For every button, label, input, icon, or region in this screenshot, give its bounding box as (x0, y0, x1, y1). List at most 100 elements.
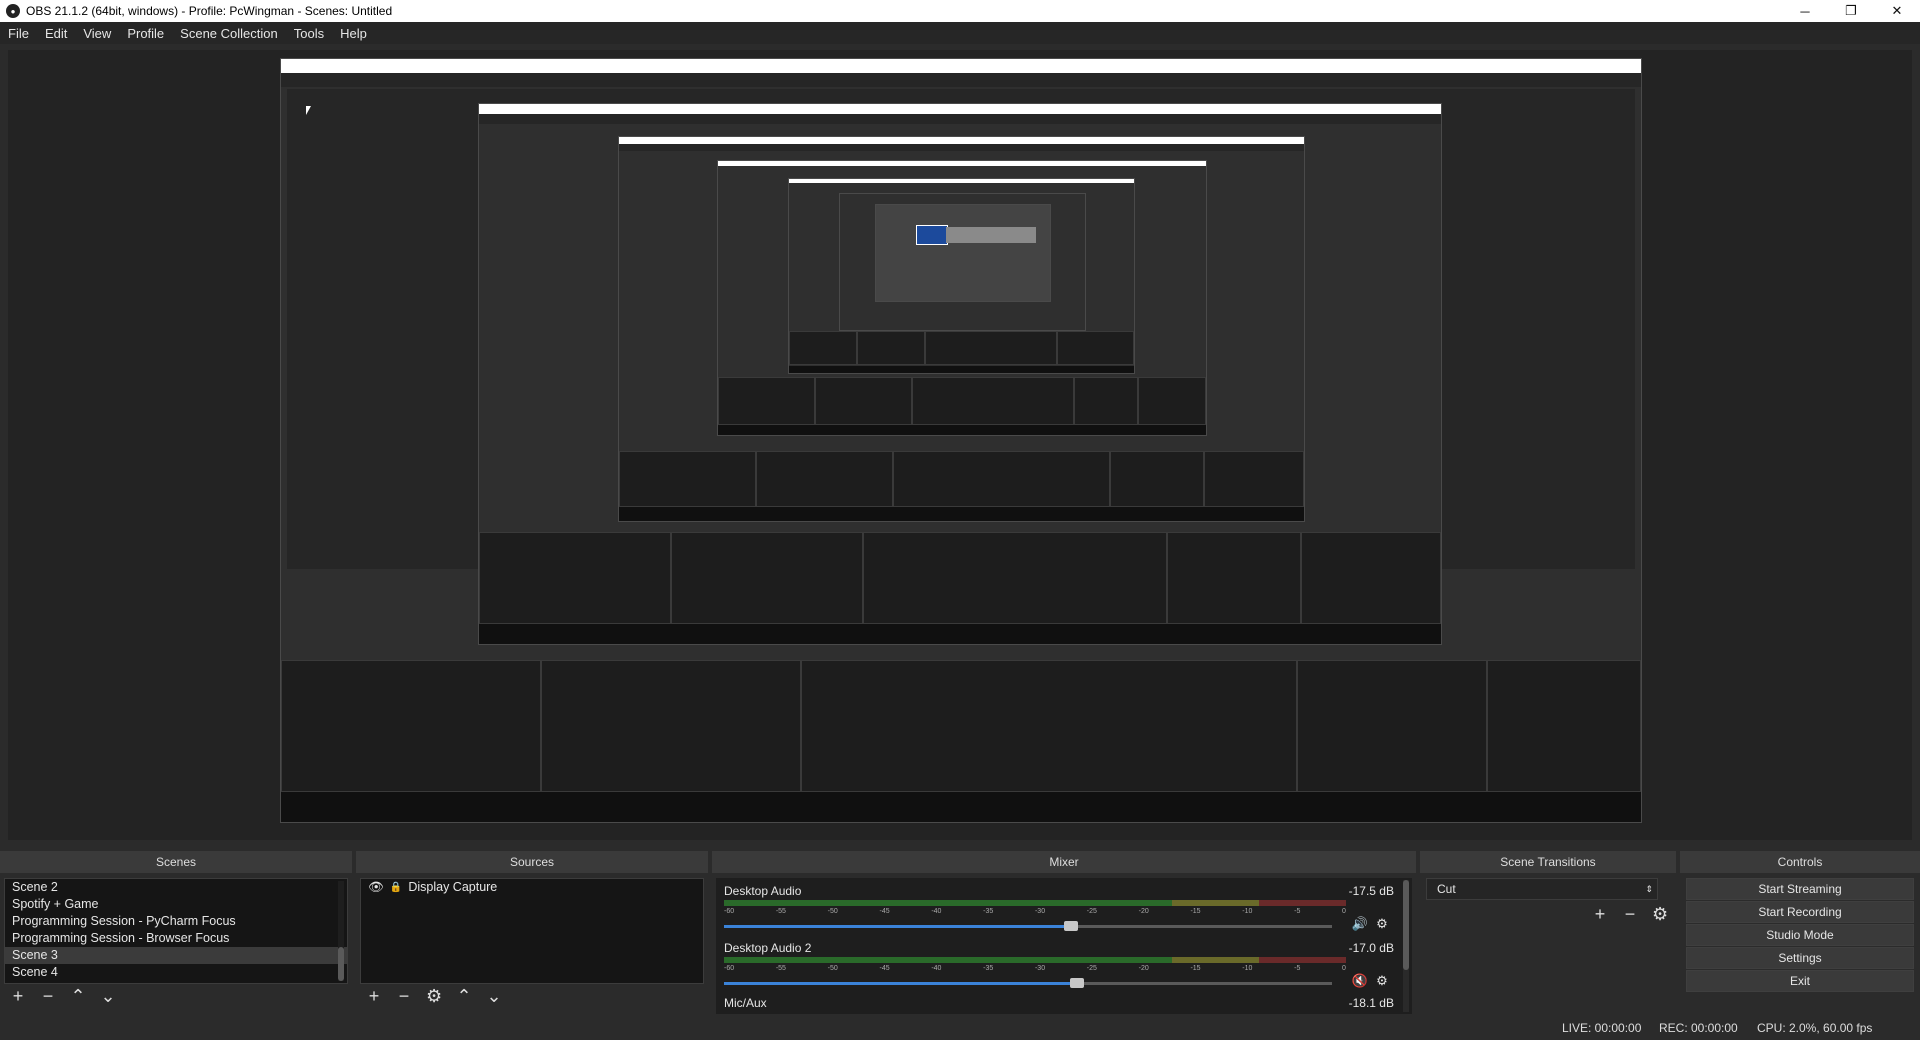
close-button[interactable]: ✕ (1874, 0, 1920, 22)
meter-tick-label: -35 (983, 965, 994, 972)
scene-item[interactable]: Scene 4 (5, 964, 347, 981)
speaker-icon[interactable]: 🔊 (1352, 916, 1368, 932)
nested-obs-window-3 (618, 136, 1305, 522)
scene-item[interactable]: Spotify + Game (5, 896, 347, 913)
window-controls: ─ ❐ ✕ (1782, 0, 1920, 22)
volume-meter (724, 900, 1346, 906)
status-bar: LIVE: 00:00:00 REC: 00:00:00 CPU: 2.0%, … (0, 1014, 1920, 1040)
scene-transitions-dock: Scene Transitions Cut ⇕ + − ⚙ (1420, 851, 1676, 1014)
mixer-scrollbar[interactable] (1403, 880, 1409, 1012)
meter-tick-label: -40 (931, 908, 942, 915)
scene-item[interactable]: Programming Session - PyCharm Focus (5, 913, 347, 930)
menu-help[interactable]: Help (332, 26, 375, 41)
remove-scene-icon[interactable]: − (40, 986, 56, 1006)
preview-area[interactable] (8, 50, 1912, 840)
meter-tick-label: -35 (983, 908, 994, 915)
meter-tick-label: -15 (1190, 965, 1201, 972)
start-recording-button[interactable]: Start Recording (1686, 901, 1914, 923)
muted-speaker-icon[interactable]: 🔇 (1352, 973, 1368, 989)
scene-item[interactable]: Scene 2 (5, 879, 347, 896)
add-scene-icon[interactable]: + (10, 986, 26, 1006)
meter-tick-label: -45 (879, 908, 890, 915)
meter-tick-label: -40 (931, 965, 942, 972)
move-scene-down-icon[interactable]: ⌄ (100, 986, 116, 1006)
mouse-cursor-icon (306, 106, 311, 115)
channel-db: -17.0 dB (1348, 941, 1394, 955)
add-transition-icon[interactable]: + (1592, 904, 1608, 924)
meter-tick-label: -20 (1138, 965, 1149, 972)
gear-icon[interactable]: ⚙ (426, 986, 442, 1006)
add-source-icon[interactable]: + (366, 986, 382, 1006)
restore-button[interactable]: ❐ (1828, 0, 1874, 22)
volume-slider[interactable] (724, 978, 1332, 988)
scene-item[interactable]: Programming Session - Browser Focus (5, 930, 347, 947)
menu-profile[interactable]: Profile (119, 26, 172, 41)
meter-tick-label: -10 (1242, 965, 1253, 972)
menu-scene-collection[interactable]: Scene Collection (172, 26, 286, 41)
nested-obs-window-4 (717, 160, 1207, 436)
controls-dock-title: Controls (1680, 851, 1920, 873)
mixer-dock: Mixer Desktop Audio -17.5 dB -60 -55 -50 -4… (712, 851, 1416, 1014)
meter-tick-label: -25 (1086, 965, 1097, 972)
menu-file[interactable]: File (0, 26, 37, 41)
meter-tick-label: -55 (775, 965, 786, 972)
scenes-dock: Scenes Scene 2 Spotify + Game Programmin… (0, 851, 352, 1014)
volume-meter (724, 957, 1346, 963)
menu-edit[interactable]: Edit (37, 26, 75, 41)
mixer-scrollbar-thumb[interactable] (1403, 880, 1409, 970)
menu-tools[interactable]: Tools (286, 26, 332, 41)
title-bar: ● OBS 21.1.2 (64bit, windows) - Profile:… (0, 0, 1920, 22)
menu-view[interactable]: View (75, 26, 119, 41)
volume-slider-handle[interactable] (1069, 978, 1084, 988)
move-source-down-icon[interactable]: ⌄ (486, 986, 502, 1006)
source-item[interactable]: 👁 🔒 Display Capture (361, 879, 703, 896)
obs-logo-icon: ● (6, 4, 20, 18)
meter-tick-label: 0 (1342, 965, 1346, 972)
volume-slider-handle[interactable] (1063, 921, 1078, 931)
start-streaming-button[interactable]: Start Streaming (1686, 878, 1914, 900)
meter-tick-label: -30 (1034, 965, 1046, 972)
meter-tick-label: -25 (1086, 908, 1097, 915)
remove-source-icon[interactable]: − (396, 986, 412, 1006)
scenes-scrollbar-thumb[interactable] (338, 947, 344, 981)
channel-name: Desktop Audio 2 (724, 941, 812, 955)
mixer-dock-title: Mixer (712, 851, 1416, 873)
mixer-channel: Desktop Audio -17.5 dB -60 -55 -50 -45 -40 -3… (724, 884, 1394, 934)
exit-button[interactable]: Exit (1686, 970, 1914, 992)
remove-transition-icon[interactable]: − (1622, 904, 1638, 924)
meter-tick-label: -5 (1294, 965, 1301, 972)
gear-icon[interactable]: ⚙ (1652, 904, 1668, 924)
preview-canvas[interactable] (280, 58, 1642, 823)
transition-select[interactable]: Cut ⇕ (1426, 878, 1658, 900)
controls-dock: Controls Start Streaming Start Recording… (1680, 851, 1920, 1014)
gear-icon[interactable]: ⚙ (1374, 973, 1390, 989)
channel-db: -17.5 dB (1348, 884, 1394, 898)
move-scene-up-icon[interactable]: ⌃ (70, 986, 86, 1006)
settings-button[interactable]: Settings (1686, 947, 1914, 969)
meter-tick-label: -50 (827, 965, 838, 972)
gear-icon[interactable]: ⚙ (1374, 916, 1390, 932)
move-source-up-icon[interactable]: ⌃ (456, 986, 472, 1006)
source-label: Display Capture (408, 880, 498, 894)
scene-transitions-dock-title: Scene Transitions (1420, 851, 1676, 873)
meter-tick-label: -60 (724, 908, 735, 915)
meter-tick-label: -10 (1242, 908, 1253, 915)
meter-tick-label: -60 (724, 965, 735, 972)
mixer-channel: Desktop Audio 2 -17.0 dB -60 -55 -50 -45 -40… (724, 941, 1394, 991)
volume-slider[interactable] (724, 921, 1332, 931)
meter-tick-label: -20 (1138, 908, 1149, 915)
meter-ticks: -60 -55 -50 -45 -40 -35 -30 -25 -20 -15 -10 -5 0 (724, 965, 1346, 977)
minimize-button[interactable]: ─ (1782, 0, 1828, 22)
lock-icon[interactable]: 🔒 (390, 879, 402, 896)
scene-item-selected[interactable]: Scene 3 (5, 947, 347, 964)
visibility-eye-icon[interactable]: 👁 (368, 879, 384, 896)
meter-tick-label: -45 (879, 965, 890, 972)
transition-selected-label: Cut (1437, 882, 1456, 896)
scenes-list[interactable]: Scene 2 Spotify + Game Programming Sessi… (4, 878, 348, 984)
meter-tick-label: -15 (1190, 908, 1201, 915)
sources-list[interactable]: 👁 🔒 Display Capture (360, 878, 704, 984)
meter-ticks: -60 -55 -50 -45 -40 -35 -30 -25 -20 -15 -10 -5 0 (724, 908, 1346, 920)
studio-mode-button[interactable]: Studio Mode (1686, 924, 1914, 946)
volume-slider-fill (724, 982, 1077, 985)
channel-name: Desktop Audio (724, 884, 802, 898)
